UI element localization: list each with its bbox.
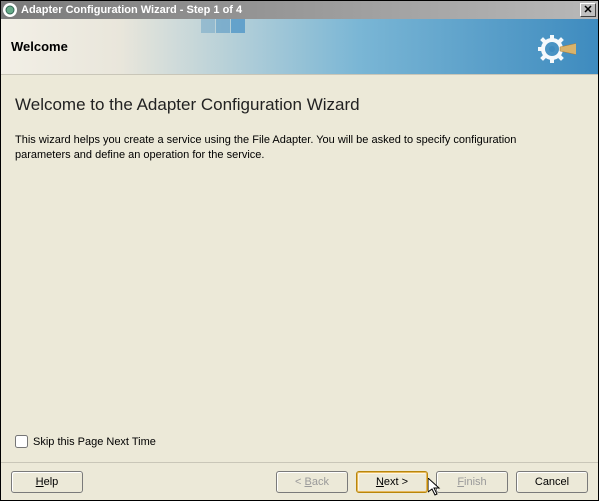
gear-icon — [536, 29, 576, 72]
close-button[interactable] — [580, 3, 596, 17]
banner-title: Welcome — [11, 39, 68, 54]
titlebar: Adapter Configuration Wizard - Step 1 of… — [1, 1, 598, 19]
banner: Welcome — [1, 19, 598, 75]
skip-checkbox[interactable] — [15, 435, 28, 448]
page-heading: Welcome to the Adapter Configuration Wiz… — [15, 95, 584, 115]
app-icon — [3, 3, 17, 17]
skip-label: Skip this Page Next Time — [33, 436, 156, 448]
content-area: Welcome to the Adapter Configuration Wiz… — [1, 75, 598, 462]
wizard-window: Adapter Configuration Wizard - Step 1 of… — [0, 0, 599, 501]
page-body: This wizard helps you create a service u… — [15, 133, 575, 163]
banner-decoration — [201, 19, 245, 33]
skip-checkbox-row[interactable]: Skip this Page Next Time — [15, 435, 584, 448]
window-title: Adapter Configuration Wizard - Step 1 of… — [21, 4, 580, 16]
cancel-button[interactable]: Cancel — [516, 471, 588, 493]
help-button[interactable]: Help — [11, 471, 83, 493]
footer: Help < Back Next > Finish Cancel — [1, 462, 598, 500]
finish-button: Finish — [436, 471, 508, 493]
back-button: < Back — [276, 471, 348, 493]
next-button[interactable]: Next > — [356, 471, 428, 493]
